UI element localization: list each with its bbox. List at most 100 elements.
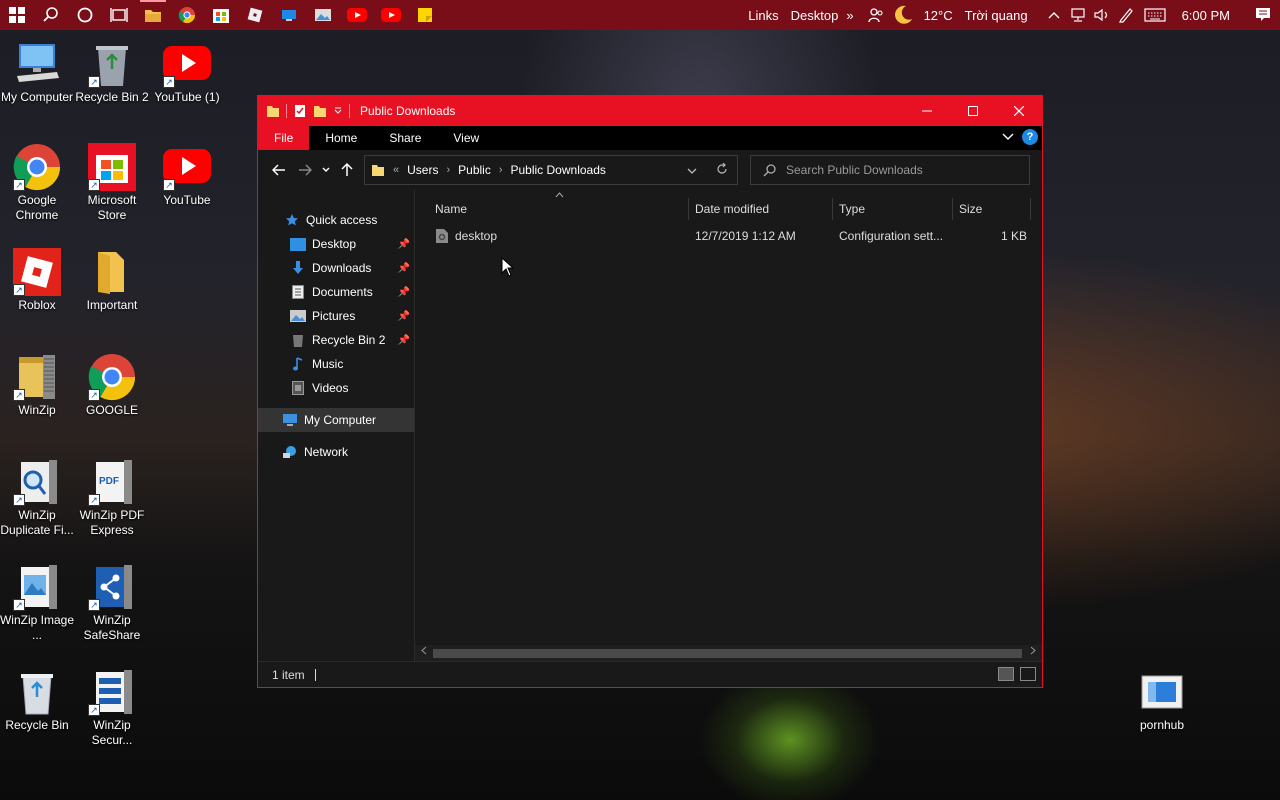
cortana-button[interactable] (68, 0, 102, 30)
desktop-icon-google-chrome[interactable]: ↗ Google Chrome (0, 143, 75, 223)
desktop-icon-pornhub[interactable]: pornhub (1124, 668, 1200, 733)
nav-pictures[interactable]: Pictures 📌 (258, 304, 414, 328)
taskbar-youtube-1[interactable] (340, 0, 374, 30)
weather-moon-icon[interactable] (888, 0, 918, 30)
new-folder-icon[interactable] (313, 104, 327, 118)
taskbar-sticky-notes[interactable] (408, 0, 442, 30)
arrow-right-icon (299, 164, 312, 176)
tab-view[interactable]: View (437, 126, 495, 150)
pin-icon[interactable]: 📌 (398, 239, 410, 250)
tab-home[interactable]: Home (309, 126, 373, 150)
taskbar-roblox[interactable] (238, 0, 272, 30)
pen-icon[interactable] (1114, 0, 1138, 30)
taskbar-app-blue[interactable] (272, 0, 306, 30)
details-view-icon[interactable] (998, 667, 1014, 681)
desktop-icon-winzip-pdf[interactable]: PDF ↗ WinZip PDF Express (74, 458, 150, 538)
nav-desktop[interactable]: Desktop 📌 (258, 232, 414, 256)
breadcrumb-separator[interactable]: › (446, 164, 450, 176)
up-button[interactable] (334, 157, 360, 183)
desktop-icon-winzip-duplicate[interactable]: ↗ WinZip Duplicate Fi... (0, 458, 75, 538)
scroll-right-icon[interactable] (1030, 646, 1036, 657)
taskbar-store[interactable] (204, 0, 238, 30)
forward-button[interactable] (292, 157, 318, 183)
refresh-icon[interactable] (707, 162, 737, 178)
back-button[interactable] (266, 157, 292, 183)
desktop-icon-google[interactable]: ↗ GOOGLE (74, 353, 150, 418)
taskbar-youtube-2[interactable] (374, 0, 408, 30)
close-button[interactable] (996, 96, 1042, 126)
nav-music[interactable]: Music (258, 352, 414, 376)
weather-temperature[interactable]: 12°C (918, 8, 959, 23)
desktop-icon-my-computer[interactable]: My Computer (0, 40, 75, 105)
links-toolbar[interactable]: Links (742, 8, 784, 23)
pin-icon[interactable]: 📌 (398, 335, 410, 346)
scroll-left-icon[interactable] (421, 646, 427, 657)
column-type[interactable]: Type (833, 198, 953, 220)
breadcrumb-overflow[interactable]: « (393, 164, 399, 176)
start-button[interactable] (0, 0, 34, 30)
recent-locations-button[interactable] (318, 157, 334, 183)
pin-icon[interactable]: 📌 (398, 263, 410, 274)
nav-documents[interactable]: Documents 📌 (258, 280, 414, 304)
people-icon[interactable] (864, 0, 888, 30)
nav-my-computer[interactable]: My Computer (258, 408, 414, 432)
breadcrumb-separator[interactable]: › (499, 164, 503, 176)
task-view-button[interactable] (102, 0, 136, 30)
taskbar-chrome[interactable] (170, 0, 204, 30)
clock-time[interactable]: 6:00 PM (1172, 8, 1246, 23)
maximize-button[interactable] (950, 96, 996, 126)
taskbar-photos[interactable] (306, 0, 340, 30)
toolbar-overflow-chevron[interactable]: » (844, 8, 863, 23)
nav-network[interactable]: Network (258, 440, 414, 464)
nav-videos[interactable]: Videos (258, 376, 414, 400)
desktop-icon-recycle-bin-2[interactable]: ↗ Recycle Bin 2 (74, 40, 150, 105)
touch-keyboard-icon[interactable] (1138, 0, 1172, 30)
desktop-icon-youtube-1[interactable]: ↗ YouTube (1) (149, 40, 225, 105)
weather-condition[interactable]: Trời quang (959, 8, 1042, 23)
tab-share[interactable]: Share (373, 126, 437, 150)
desktop-icon-roblox[interactable]: ↗ Roblox (0, 248, 75, 313)
desktop-icon-microsoft-store[interactable]: ↗ Microsoft Store (74, 143, 150, 223)
customize-toolbar-chevron-icon[interactable] (333, 106, 343, 116)
desktop-icon-winzip-image[interactable]: ↗ WinZip Image ... (0, 563, 75, 643)
desktop-icon-winzip[interactable]: ↗ WinZip (0, 353, 75, 418)
scrollbar-thumb[interactable] (433, 649, 1022, 658)
minimize-button[interactable] (904, 96, 950, 126)
nav-downloads[interactable]: Downloads 📌 (258, 256, 414, 280)
large-icons-view-icon[interactable] (1020, 667, 1036, 681)
column-size[interactable]: Size (953, 198, 1031, 220)
title-bar[interactable]: Public Downloads (258, 96, 1042, 126)
desktop-icon-youtube[interactable]: ↗ YouTube (149, 143, 225, 208)
pin-icon[interactable]: 📌 (398, 287, 410, 298)
breadcrumb-users[interactable]: Users (407, 163, 438, 177)
expand-ribbon-chevron-icon[interactable] (1002, 133, 1014, 141)
desktop-icon-recycle-bin[interactable]: Recycle Bin (0, 668, 75, 733)
chevron-up-icon[interactable] (1042, 0, 1066, 30)
desktop-icon-winzip-safeshare[interactable]: ↗ WinZip SafeShare (74, 563, 150, 643)
nav-recycle-bin-2[interactable]: Recycle Bin 2 📌 (258, 328, 414, 352)
help-icon[interactable]: ? (1022, 129, 1038, 145)
breadcrumb-public-downloads[interactable]: Public Downloads (511, 163, 606, 177)
volume-icon[interactable] (1090, 0, 1114, 30)
file-row[interactable]: desktop 12/7/2019 1:12 AM Configuration … (415, 224, 1042, 248)
pin-icon[interactable]: 📌 (398, 311, 410, 322)
address-bar[interactable]: « Users › Public › Public Downloads (364, 155, 738, 185)
column-name[interactable]: Name (415, 198, 689, 220)
tab-file[interactable]: File (258, 126, 310, 150)
horizontal-scrollbar[interactable] (415, 645, 1042, 661)
desktop-icon-winzip-secure[interactable]: ↗ WinZip Secur... (74, 668, 150, 748)
taskbar-file-explorer[interactable] (136, 0, 170, 30)
nav-quick-access[interactable]: Quick access (258, 208, 414, 232)
network-icon[interactable] (1066, 0, 1090, 30)
address-history-chevron-icon[interactable] (677, 163, 707, 177)
properties-icon[interactable] (293, 104, 307, 118)
folder-icon (88, 248, 136, 296)
search-button[interactable] (34, 0, 68, 30)
navigation-pane: Quick access Desktop 📌 Downloads 📌 Docum… (258, 190, 415, 661)
search-box[interactable]: Search Public Downloads (750, 155, 1030, 185)
desktop-toolbar[interactable]: Desktop (785, 8, 845, 23)
action-center-icon[interactable] (1246, 0, 1280, 30)
column-date-modified[interactable]: Date modified (689, 198, 833, 220)
breadcrumb-public[interactable]: Public (458, 163, 491, 177)
desktop-icon-important[interactable]: Important (74, 248, 150, 313)
